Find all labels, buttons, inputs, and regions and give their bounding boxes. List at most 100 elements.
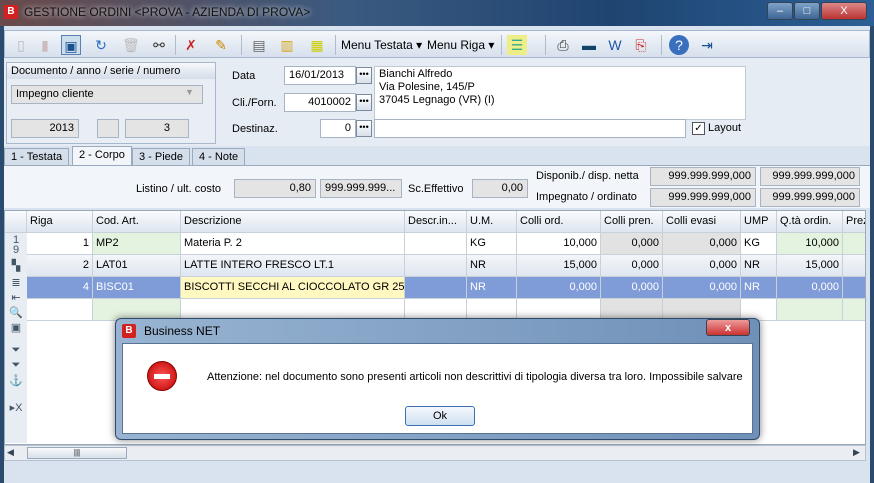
exit-icon[interactable]: ⇥ <box>697 35 717 55</box>
year-field[interactable]: 2013 <box>11 119 79 138</box>
grid-cell[interactable]: 0,000 <box>601 277 663 299</box>
restore-edit-icon[interactable]: ✎ <box>211 35 231 55</box>
row-copy-icon[interactable]: ▚ <box>5 259 27 272</box>
menu-testata[interactable]: Menu Testata ▾ <box>341 38 422 52</box>
list-icon[interactable]: ☰ <box>507 35 527 55</box>
grid-cell[interactable] <box>405 233 467 255</box>
grid-cell[interactable]: NR <box>467 255 517 277</box>
grid-cell[interactable] <box>27 299 93 321</box>
grid-cell[interactable]: BISC01 <box>93 277 181 299</box>
horizontal-scrollbar[interactable]: ◀ ||| ▶ <box>4 445 866 461</box>
grid-cell[interactable] <box>405 277 467 299</box>
grid-cell[interactable]: 0,000 <box>601 233 663 255</box>
grid-cell[interactable] <box>777 299 843 321</box>
grid-cell[interactable]: LAT01 <box>93 255 181 277</box>
layout-checkbox[interactable]: ✓ <box>692 122 705 135</box>
grid-cell[interactable] <box>843 255 865 277</box>
column-header[interactable]: Q.tà ordin. <box>777 211 843 233</box>
destinaz-field[interactable]: 0 <box>320 119 356 138</box>
table-row[interactable]: 4 BISC01 BISCOTTI SECCHI AL CIOCCOLATO GR … <box>5 277 865 299</box>
grid-cell[interactable]: KG <box>741 233 777 255</box>
folder-icon[interactable]: ▥ <box>277 35 297 55</box>
column-header[interactable]: Riga <box>27 211 93 233</box>
grid-cell[interactable]: 2 <box>27 255 93 277</box>
anchor-icon[interactable]: ⚓ <box>5 374 27 387</box>
grid-cell[interactable]: BISCOTTI SECCHI AL CIOCCOLATO GR 250 <box>181 277 405 299</box>
row-list-icon[interactable]: ≣ <box>5 276 27 289</box>
grid-cell[interactable] <box>843 277 865 299</box>
column-header[interactable]: UMP <box>741 211 777 233</box>
grid-cell[interactable]: 1 <box>27 233 93 255</box>
grid-cell[interactable]: 0,000 <box>601 255 663 277</box>
row-zoom-icon[interactable]: 🔍 <box>5 306 27 319</box>
ok-button[interactable]: Ok <box>405 406 475 426</box>
grid-cell[interactable] <box>843 233 865 255</box>
grid-cell[interactable]: NR <box>467 277 517 299</box>
minimize-button[interactable]: – <box>767 2 793 20</box>
menu-riga[interactable]: Menu Riga ▾ <box>427 38 494 52</box>
grid-cell[interactable]: MP2 <box>93 233 181 255</box>
close-button[interactable]: X <box>821 2 867 20</box>
grid-cell[interactable]: 0,000 <box>517 277 601 299</box>
filter-clear-icon[interactable]: ⏷ <box>5 359 27 372</box>
search-binoculars-icon[interactable]: ⚯ <box>149 35 169 55</box>
grid-cell[interactable]: 0,000 <box>777 277 843 299</box>
cancel-edit-icon[interactable]: ✗ <box>181 35 201 55</box>
serie-field[interactable] <box>97 119 119 138</box>
tab-testata[interactable]: 1 - Testata <box>4 148 70 166</box>
tab-piede[interactable]: 3 - Piede <box>132 148 191 166</box>
column-header[interactable]: Colli pren. <box>601 211 663 233</box>
numero-field[interactable]: 3 <box>125 119 189 138</box>
column-header[interactable]: Colli evasi <box>663 211 741 233</box>
cli-lookup-button[interactable]: ••• <box>356 94 372 111</box>
destinaz-lookup-button[interactable]: ••• <box>356 120 372 137</box>
filter-icon[interactable]: ⏷ <box>5 344 27 357</box>
help-icon[interactable]: ? <box>669 35 689 55</box>
grid-cell[interactable]: Materia P. 2 <box>181 233 405 255</box>
grid-cell[interactable]: LATTE INTERO FRESCO LT.1 <box>181 255 405 277</box>
column-header[interactable]: Prez <box>843 211 865 233</box>
column-header[interactable]: Descrizione <box>181 211 405 233</box>
tab-corpo[interactable]: 2 - Corpo <box>72 146 132 166</box>
column-header[interactable]: Cod. Art. <box>93 211 181 233</box>
open-icon[interactable]: ▮ <box>35 35 55 55</box>
table-row[interactable]: 1 MP2 Materia P. 2 KG 10,000 0,000 0,000 KG 10,0… <box>5 233 865 255</box>
print-icon[interactable]: ⎙ <box>553 35 573 55</box>
grid-cell[interactable]: NR <box>741 255 777 277</box>
pdf-export-icon[interactable]: ⎘ <box>631 35 651 55</box>
new-icon[interactable]: ▯ <box>11 35 31 55</box>
save-icon[interactable]: ▣ <box>61 35 81 55</box>
scroll-right-icon[interactable]: ▶ <box>853 447 860 458</box>
date-picker-button[interactable]: ••• <box>356 67 372 84</box>
grid-cell[interactable]: 0,000 <box>663 233 741 255</box>
grid-cell[interactable]: 15,000 <box>517 255 601 277</box>
remove-filter-icon[interactable]: ▸X <box>5 401 27 414</box>
row-calc-icon[interactable]: ▣ <box>5 321 27 334</box>
grid-cell[interactable]: KG <box>467 233 517 255</box>
preview-monitor-icon[interactable]: ▬ <box>579 35 599 55</box>
column-header[interactable]: U.M. <box>467 211 517 233</box>
note-icon[interactable]: ▦ <box>307 35 327 55</box>
undo-icon[interactable]: ↻ <box>91 35 111 55</box>
grid-cell[interactable]: 0,000 <box>663 255 741 277</box>
grid-cell[interactable] <box>405 255 467 277</box>
delete-icon[interactable]: 🗑 <box>121 35 141 55</box>
table-row[interactable]: 2 LAT01 LATTE INTERO FRESCO LT.1 NR 15,000 0,… <box>5 255 865 277</box>
column-header[interactable]: Descr.in... <box>405 211 467 233</box>
scroll-thumb[interactable]: ||| <box>27 447 127 459</box>
tab-note[interactable]: 4 - Note <box>192 148 246 166</box>
grid-cell[interactable] <box>843 299 865 321</box>
column-header[interactable]: Colli ord. <box>517 211 601 233</box>
data-field[interactable]: 16/01/2013 <box>284 66 356 85</box>
grid-cell[interactable]: NR <box>741 277 777 299</box>
grid-cell[interactable]: 10,000 <box>517 233 601 255</box>
scroll-left-icon[interactable]: ◀ <box>7 447 14 458</box>
grid-cell[interactable]: 0,000 <box>663 277 741 299</box>
row-insert-icon[interactable]: ⇤ <box>5 291 27 304</box>
cli-field[interactable]: 4010002 <box>284 93 356 112</box>
word-export-icon[interactable]: W <box>605 35 625 55</box>
grid-cell[interactable]: 4 <box>27 277 93 299</box>
document-type-select[interactable]: Impegno cliente <box>11 85 203 104</box>
dialog-close-button[interactable]: x <box>706 319 750 336</box>
grid-cell[interactable]: 10,000 <box>777 233 843 255</box>
